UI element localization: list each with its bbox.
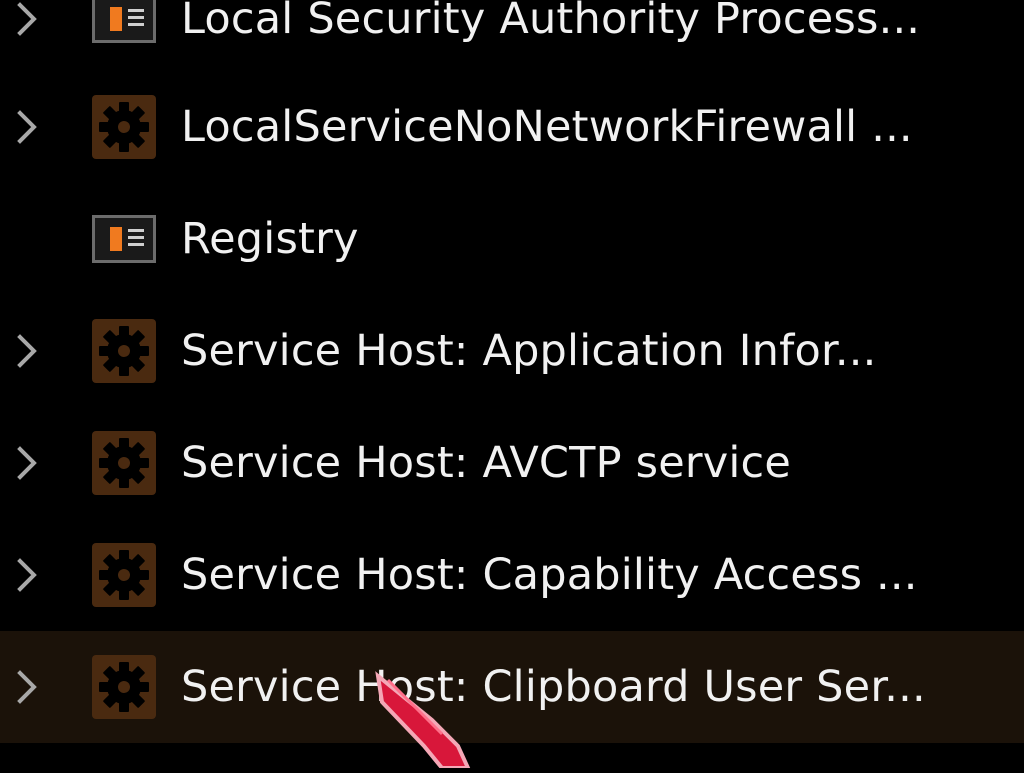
gear-icon [92,319,156,383]
gear-icon [92,431,156,495]
process-row[interactable]: Service Host: Capability Access ... [0,519,1024,631]
expand-toggle[interactable] [14,107,40,147]
expand-toggle[interactable] [14,667,40,707]
process-row[interactable]: Service Host: Clipboard User Ser... [0,631,1024,743]
chevron-right-icon [17,446,37,480]
chevron-right-icon [17,110,37,144]
process-row[interactable]: LocalServiceNoNetworkFirewall ... [0,71,1024,183]
chevron-right-icon [17,670,37,704]
process-list: Local Security Authority Process... Loca… [0,0,1024,768]
expand-toggle[interactable] [14,555,40,595]
mouse-cursor [372,668,492,770]
expand-toggle[interactable] [14,0,40,39]
gear-icon [92,543,156,607]
app-window-icon [92,0,156,51]
expand-toggle[interactable] [14,331,40,371]
process-name: Local Security Authority Process... [181,0,921,44]
process-name: Service Host: Capability Access ... [181,550,918,600]
process-row[interactable]: Service Host: AVCTP service [0,407,1024,519]
app-window-icon [92,215,156,263]
process-row[interactable]: Registry [0,183,1024,295]
process-name: Registry [181,214,359,264]
gear-icon [92,95,156,159]
expand-toggle [14,219,40,259]
chevron-right-icon [17,334,37,368]
process-name: LocalServiceNoNetworkFirewall ... [181,102,913,152]
process-row[interactable]: Service Host: Application Infor... [0,295,1024,407]
process-row[interactable]: Local Security Authority Process... [0,0,1024,75]
chevron-right-icon [17,558,37,592]
gear-icon [92,655,156,719]
process-name: Service Host: Clipboard User Ser... [181,662,926,712]
expand-toggle[interactable] [14,443,40,483]
gear-icon [92,431,156,495]
chevron-right-icon [17,2,37,36]
cursor-arrow-icon [375,671,472,770]
gear-icon [92,319,156,383]
app-window-icon [92,207,156,271]
app-window-icon [92,0,156,43]
gear-icon [92,655,156,719]
gear-icon [92,95,156,159]
gear-icon [92,543,156,607]
process-name: Service Host: AVCTP service [181,438,792,488]
process-name: Service Host: Application Infor... [181,326,877,376]
